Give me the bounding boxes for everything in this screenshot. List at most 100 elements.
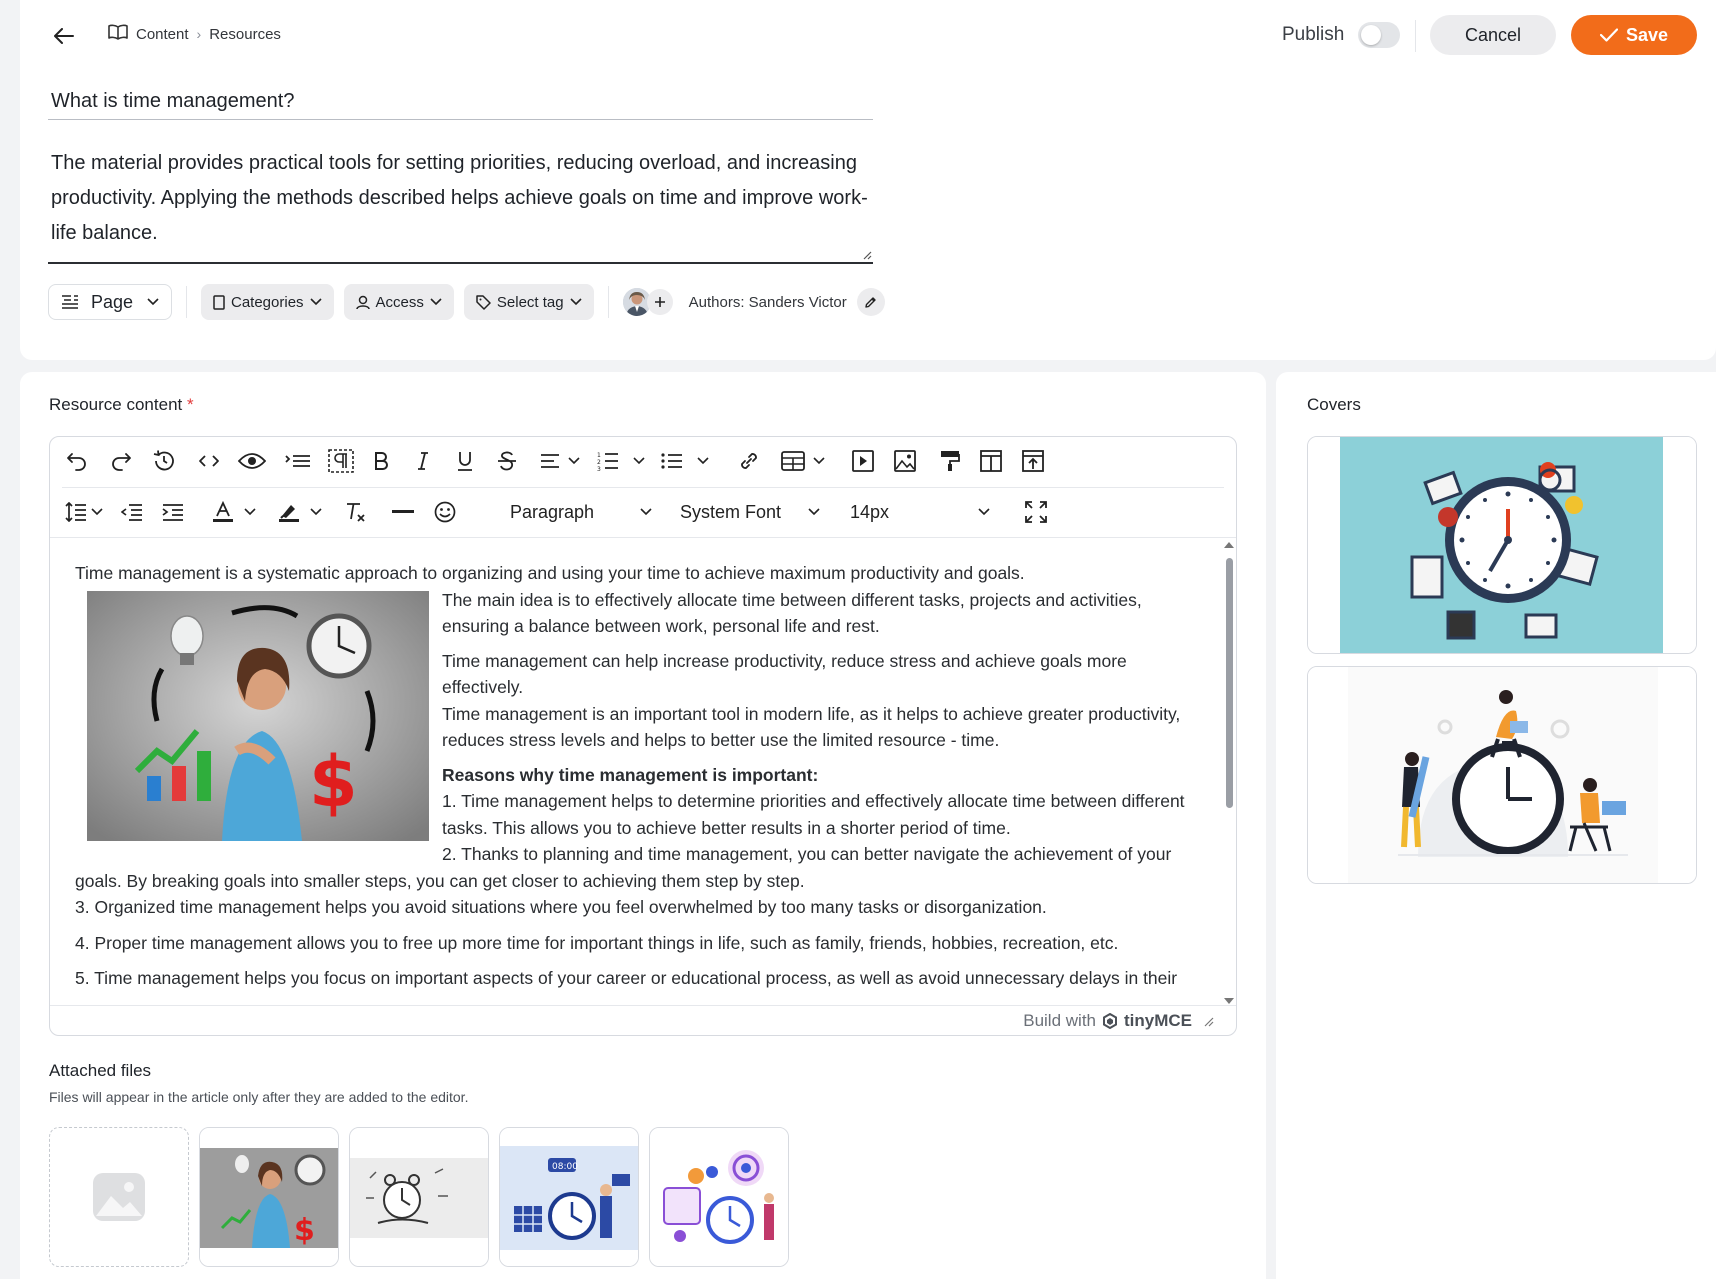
clear-formatting-icon[interactable] — [340, 494, 370, 530]
page-type-label: Page — [91, 291, 134, 312]
format-painter-icon[interactable] — [935, 443, 965, 479]
chevron-down-icon — [570, 298, 582, 306]
attached-files-hint: Files will appear in the article only af… — [49, 1089, 469, 1105]
attached-file-thumbnail[interactable] — [649, 1127, 789, 1267]
chevron-down-icon — [147, 298, 159, 306]
attached-file-thumbnail[interactable]: 08:00 — [499, 1127, 639, 1267]
bold-icon[interactable] — [366, 443, 396, 479]
emoji-icon[interactable] — [430, 494, 460, 530]
categories-select[interactable]: Categories — [201, 284, 334, 320]
meta-row: Page Categories Access Select tag Author… — [48, 284, 885, 320]
publish-label: Publish — [1282, 24, 1345, 45]
bullet-list-dropdown[interactable] — [660, 443, 710, 479]
tag-label: Select tag — [496, 293, 564, 311]
publish-toggle[interactable] — [1358, 22, 1401, 48]
chevron-down-icon — [697, 457, 709, 465]
tag-select[interactable]: Select tag — [463, 284, 594, 320]
branding-name[interactable]: tinyMCE — [1124, 1011, 1192, 1031]
edit-authors-button[interactable] — [856, 288, 885, 316]
tag-icon — [476, 294, 491, 310]
line-height-dropdown[interactable] — [62, 494, 106, 530]
cover-image-people-clock[interactable] — [1307, 666, 1697, 884]
image-placeholder-icon — [93, 1173, 145, 1221]
resize-grip-icon[interactable] — [862, 250, 872, 260]
publish-control: Publish — [1282, 22, 1401, 48]
save-button[interactable]: Save — [1571, 15, 1697, 55]
history-icon[interactable] — [149, 443, 179, 479]
block-format-select[interactable]: Paragraph — [510, 494, 652, 530]
paragraph-mark-icon[interactable] — [282, 443, 314, 479]
editor-content-area[interactable]: Time management is a systematic approach… — [50, 537, 1236, 1007]
preview-eye-icon[interactable] — [236, 443, 268, 479]
underline-icon[interactable] — [450, 443, 480, 479]
chevron-down-icon — [808, 508, 820, 516]
outdent-icon[interactable] — [117, 494, 147, 530]
toolbar-row-2: Paragraph System Font 14px — [50, 488, 1236, 536]
add-author-button[interactable] — [646, 289, 673, 315]
editor-status-bar: Build with tinyMCE — [50, 1005, 1236, 1035]
editor-scrollbar[interactable] — [1222, 538, 1236, 1007]
table-icon — [781, 451, 805, 471]
italic-icon[interactable] — [408, 443, 438, 479]
indent-icon[interactable] — [158, 494, 188, 530]
fullscreen-icon[interactable] — [1021, 494, 1051, 530]
covers-title: Covers — [1307, 395, 1361, 414]
add-file-placeholder[interactable] — [49, 1127, 189, 1267]
breadcrumb-resources[interactable]: Resources — [209, 26, 281, 43]
align-left-dropdown[interactable] — [535, 443, 585, 479]
back-arrow-icon[interactable] — [50, 22, 78, 50]
chevron-down-icon — [91, 508, 103, 516]
upload-icon[interactable] — [1018, 443, 1048, 479]
link-icon[interactable] — [734, 443, 764, 479]
svg-text:$: $ — [294, 1213, 315, 1248]
source-code-icon[interactable] — [194, 443, 224, 479]
title-input[interactable]: What is time management? — [48, 80, 873, 120]
chevron-down-icon — [640, 508, 652, 516]
numbered-list-dropdown[interactable]: 123 — [596, 443, 646, 479]
description-textarea[interactable]: The material provides practical tools fo… — [48, 146, 873, 264]
media-icon[interactable] — [848, 443, 878, 479]
cover-image-clock[interactable] — [1307, 436, 1697, 654]
table-dropdown[interactable] — [778, 443, 828, 479]
scroll-thumb[interactable] — [1226, 558, 1233, 808]
redo-icon[interactable] — [106, 443, 136, 479]
visual-blocks-icon[interactable] — [325, 443, 357, 479]
horizontal-line-icon[interactable] — [388, 494, 418, 530]
access-select[interactable]: Access — [343, 284, 454, 320]
description-text: The material provides practical tools fo… — [51, 152, 868, 244]
font-family-select[interactable]: System Font — [680, 494, 820, 530]
breadcrumb-content[interactable]: Content — [136, 26, 189, 43]
text-color-dropdown[interactable] — [206, 494, 262, 530]
strikethrough-icon[interactable] — [492, 443, 522, 479]
access-label: Access — [375, 293, 424, 311]
save-label: Save — [1625, 24, 1669, 45]
image-icon[interactable] — [890, 443, 920, 479]
attached-file-thumbnail[interactable]: $ — [199, 1127, 339, 1267]
resize-handle-icon[interactable] — [1202, 1015, 1214, 1027]
chevron-down-icon — [568, 457, 580, 465]
template-icon[interactable] — [976, 443, 1006, 479]
resource-content-text: Resource content — [49, 395, 183, 414]
pencil-icon — [865, 296, 876, 308]
undo-icon[interactable] — [62, 443, 92, 479]
meta-divider — [607, 286, 609, 318]
chevron-down-icon — [430, 298, 442, 306]
highlight-color-dropdown[interactable] — [272, 494, 328, 530]
user-icon — [355, 295, 370, 309]
branding-prefix: Build with — [1023, 1010, 1096, 1030]
chevron-down-icon — [309, 298, 322, 306]
line-height-icon — [65, 502, 86, 522]
bookmark-icon — [213, 294, 225, 310]
align-left-icon — [541, 454, 559, 468]
highlighter-icon — [279, 505, 299, 522]
attached-files-title: Attached files — [49, 1061, 152, 1080]
content-list-item: 5. Time management helps you focus on im… — [75, 968, 1178, 988]
svg-text:2: 2 — [597, 459, 601, 466]
attached-file-thumbnail[interactable] — [349, 1127, 489, 1267]
cancel-button[interactable]: Cancel — [1430, 15, 1556, 55]
header-divider — [1415, 20, 1416, 52]
scroll-up-icon[interactable] — [1222, 540, 1236, 550]
font-size-select[interactable]: 14px — [850, 494, 990, 530]
page-type-select[interactable]: Page — [48, 284, 172, 320]
required-mark: * — [186, 395, 194, 414]
